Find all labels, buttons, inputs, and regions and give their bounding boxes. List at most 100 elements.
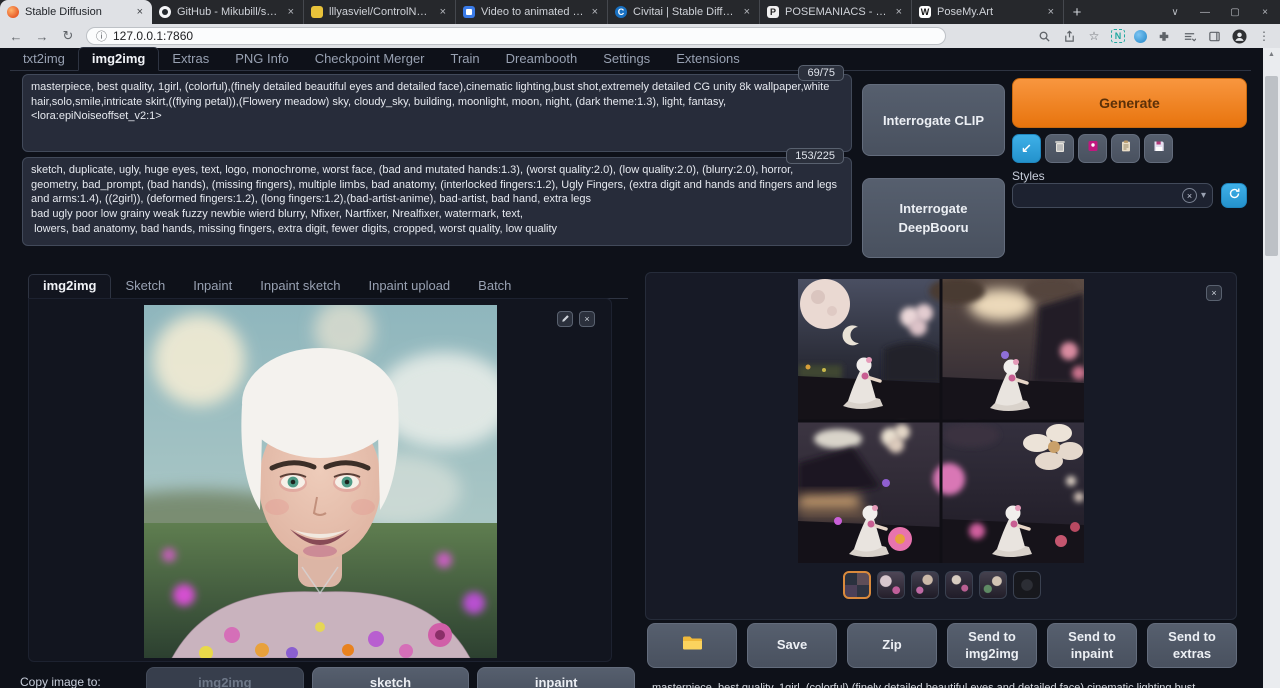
- send-to-img2img-button[interactable]: Send to img2img: [947, 623, 1037, 668]
- trash-icon: [1053, 139, 1067, 158]
- styles-dropdown[interactable]: × ▾: [1012, 183, 1213, 208]
- negative-prompt-input[interactable]: sketch, duplicate, ugly, huge eyes, text…: [22, 157, 852, 246]
- open-folder-button[interactable]: [647, 623, 737, 668]
- zoom-icon[interactable]: [1036, 28, 1052, 44]
- output-gallery-panel: ×: [645, 272, 1237, 620]
- stable-diffusion-favicon-icon: [7, 6, 19, 18]
- subtab-inpaint[interactable]: Inpaint: [179, 275, 246, 298]
- site-info-icon[interactable]: ⓘ: [96, 28, 107, 44]
- posemyart-favicon-icon: W: [919, 6, 931, 18]
- save-style-button[interactable]: [1144, 134, 1173, 163]
- edit-image-button[interactable]: [557, 311, 573, 327]
- tab-close-icon[interactable]: ×: [894, 6, 904, 18]
- subtab-inpaint-sketch[interactable]: Inpaint sketch: [246, 275, 354, 298]
- tab-train[interactable]: Train: [438, 48, 493, 70]
- new-tab-button[interactable]: +: [1064, 0, 1090, 24]
- tab-title: PoseMy.Art: [937, 6, 1040, 18]
- tab-close-icon[interactable]: ×: [135, 6, 145, 18]
- tab-list-icon[interactable]: [1181, 28, 1197, 44]
- maximize-window-icon[interactable]: ▢: [1220, 0, 1250, 24]
- browser-tab-gif-converter[interactable]: Video to animated GIF converter ×: [456, 0, 608, 24]
- tab-checkpoint-merger[interactable]: Checkpoint Merger: [302, 48, 438, 70]
- prompt-token-counter: 69/75: [798, 65, 844, 81]
- interrogate-clip-button[interactable]: Interrogate CLIP: [862, 84, 1005, 156]
- share-icon[interactable]: [1061, 28, 1077, 44]
- tab-txt2img[interactable]: txt2img: [10, 48, 78, 70]
- browser-menu-dots-icon[interactable]: ⋮: [1256, 28, 1272, 44]
- tab-img2img[interactable]: img2img: [78, 47, 159, 71]
- tab-close-icon[interactable]: ×: [1046, 6, 1056, 18]
- address-bar[interactable]: ⓘ 127.0.0.1:7860: [86, 27, 946, 45]
- subtab-img2img[interactable]: img2img: [28, 274, 111, 299]
- pencil-icon: [561, 314, 570, 325]
- send-to-extras-button[interactable]: Send to extras: [1147, 623, 1237, 668]
- subtab-inpaint-upload[interactable]: Inpaint upload: [354, 275, 464, 298]
- browser-tab-github[interactable]: GitHub - Mikubill/sd-webui-con ×: [152, 0, 304, 24]
- forward-icon[interactable]: →: [34, 29, 50, 44]
- tab-dreambooth[interactable]: Dreambooth: [493, 48, 591, 70]
- tab-close-icon[interactable]: ×: [286, 6, 296, 18]
- gallery-thumbnail-2[interactable]: [877, 571, 905, 599]
- gallery-thumbnail-5[interactable]: [979, 571, 1007, 599]
- copy-to-inpaint-button[interactable]: inpaint: [477, 667, 635, 688]
- window-controls: ∨ — ▢ ×: [1160, 0, 1280, 24]
- source-image-portrait[interactable]: [144, 305, 497, 658]
- utility-button-row: ↙: [1012, 134, 1173, 163]
- tab-close-icon[interactable]: ×: [590, 6, 600, 18]
- extensions-puzzle-icon[interactable]: [1156, 28, 1172, 44]
- gallery-thumbnail-3[interactable]: [911, 571, 939, 599]
- tab-extras[interactable]: Extras: [159, 48, 222, 70]
- remove-image-button[interactable]: ×: [579, 311, 595, 327]
- controlnet-favicon-icon: [311, 6, 323, 18]
- tab-search-chevron-icon[interactable]: ∨: [1160, 0, 1190, 24]
- gallery-thumbnail-6[interactable]: [1013, 571, 1041, 599]
- side-panel-icon[interactable]: [1206, 28, 1222, 44]
- tab-title: Video to animated GIF converter: [481, 6, 584, 18]
- blue-extension-icon[interactable]: [1134, 30, 1147, 43]
- styles-clear-icon[interactable]: ×: [1182, 188, 1197, 203]
- browser-tab-civitai[interactable]: C Civitai | Stable Diffusion model ×: [608, 0, 760, 24]
- reload-icon[interactable]: ↻: [60, 28, 76, 44]
- subtab-sketch[interactable]: Sketch: [111, 275, 179, 298]
- notion-extension-icon[interactable]: N: [1111, 29, 1125, 43]
- copy-to-sketch-button[interactable]: sketch: [312, 667, 470, 688]
- tab-settings[interactable]: Settings: [590, 48, 663, 70]
- tab-close-icon[interactable]: ×: [438, 6, 448, 18]
- tab-close-icon[interactable]: ×: [742, 6, 752, 18]
- zip-button[interactable]: Zip: [847, 623, 937, 668]
- back-icon[interactable]: ←: [8, 29, 24, 44]
- folder-icon: [682, 635, 702, 655]
- tab-png-info[interactable]: PNG Info: [222, 48, 301, 70]
- tab-title: lllyasviel/ControlNet at main: [329, 6, 432, 18]
- gallery-thumbnail-4[interactable]: [945, 571, 973, 599]
- extra-networks-button[interactable]: [1078, 134, 1107, 163]
- generate-button[interactable]: Generate: [1012, 78, 1247, 128]
- generated-image-grid[interactable]: [798, 279, 1084, 563]
- minimize-window-icon[interactable]: —: [1190, 0, 1220, 24]
- bookmark-star-icon[interactable]: ☆: [1086, 28, 1102, 44]
- scrollbar-thumb[interactable]: [1265, 76, 1278, 256]
- gallery-close-button[interactable]: ×: [1206, 285, 1222, 301]
- paste-generation-params-button[interactable]: ↙: [1012, 134, 1041, 163]
- browser-tab-controlnet[interactable]: lllyasviel/ControlNet at main ×: [304, 0, 456, 24]
- tab-extensions[interactable]: Extensions: [663, 48, 753, 70]
- profile-avatar[interactable]: [1231, 28, 1247, 44]
- interrogate-deepbooru-button[interactable]: Interrogate DeepBooru: [862, 178, 1005, 258]
- apply-styles-button[interactable]: [1111, 134, 1140, 163]
- copy-to-img2img-button: img2img: [146, 667, 304, 688]
- close-window-icon[interactable]: ×: [1250, 0, 1280, 24]
- clear-prompt-button[interactable]: [1045, 134, 1074, 163]
- browser-tab-posemyart[interactable]: W PoseMy.Art ×: [912, 0, 1064, 24]
- subtab-batch[interactable]: Batch: [464, 275, 525, 298]
- refresh-styles-button[interactable]: [1221, 183, 1247, 208]
- prompt-input[interactable]: masterpiece, best quality, 1girl, (color…: [22, 74, 852, 152]
- gallery-thumbnail-1[interactable]: [843, 571, 871, 599]
- save-button[interactable]: Save: [747, 623, 837, 668]
- window-scrollbar[interactable]: ▲: [1263, 48, 1280, 688]
- send-to-inpaint-button[interactable]: Send to inpaint: [1047, 623, 1137, 668]
- browser-tab-stable-diffusion[interactable]: Stable Diffusion ×: [0, 0, 152, 24]
- img2img-sub-tabs: img2img Sketch Inpaint Inpaint sketch In…: [28, 274, 628, 299]
- chevron-down-icon: ▾: [1201, 190, 1206, 201]
- scrollbar-up-arrow-icon[interactable]: ▲: [1263, 51, 1280, 58]
- browser-tab-posemaniacs[interactable]: P POSEMANIACS - Royalty free 3 ×: [760, 0, 912, 24]
